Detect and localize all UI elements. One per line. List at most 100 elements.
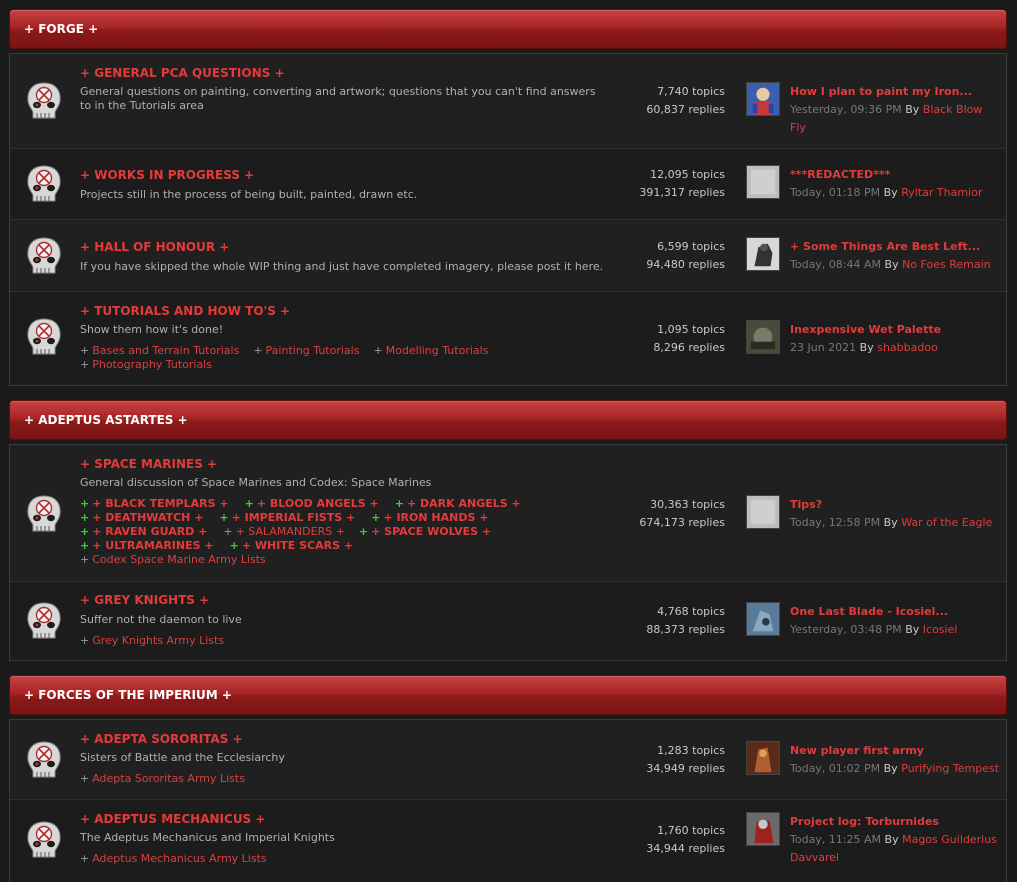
last-post-meta: Today, 01:02 PM By Purifying Tempest <box>790 762 1000 775</box>
user-avatar[interactable] <box>746 165 780 199</box>
forum-description: General discussion of Space Marines and … <box>80 476 432 489</box>
forum-description: Sisters of Battle and the Ecclesiarchy <box>80 751 285 764</box>
user-avatar[interactable] <box>746 495 780 529</box>
last-post-meta: Today, 11:25 AM By Magos Guilderius Davv… <box>790 833 997 864</box>
forum-title[interactable]: + HALL OF HONOUR + <box>80 240 229 254</box>
forum-title[interactable]: + ADEPTA SORORITAS + <box>80 732 243 746</box>
reply-count: 34,944 replies <box>646 842 725 855</box>
forum-stats: 30,363 topics 674,173 replies <box>639 496 725 532</box>
forum-row: + ADEPTA SORORITAS + Sisters of Battle a… <box>10 720 1006 800</box>
last-post-title[interactable]: One Last Blade - Icosiel... <box>790 605 948 618</box>
last-post-title[interactable]: How I plan to paint my Iron... <box>790 85 972 98</box>
skull-forum-icon <box>27 165 61 202</box>
user-avatar[interactable] <box>746 237 780 271</box>
subforum-link[interactable]: + + BLACK TEMPLARS + <box>80 497 229 511</box>
forum-description: Suffer not the daemon to live <box>80 613 242 626</box>
last-post-user[interactable]: Ryltar Thamior <box>901 186 982 199</box>
forum-stats: 4,768 topics 88,373 replies <box>646 603 725 639</box>
skull-forum-icon <box>27 741 61 778</box>
skull-forum-icon <box>27 495 61 532</box>
subforum-link[interactable]: + + IMPERIAL FISTS + <box>219 511 355 525</box>
forum-stats: 6,599 topics 94,480 replies <box>646 238 725 274</box>
category-body-adeptus-astartes: + SPACE MARINES + General discussion of … <box>9 444 1007 661</box>
forum-row: + SPACE MARINES + General discussion of … <box>10 445 1006 582</box>
topic-count: 30,363 topics <box>650 498 725 511</box>
forum-title[interactable]: + ADEPTUS MECHANICUS + <box>80 812 265 826</box>
forum-title[interactable]: + GREY KNIGHTS + <box>80 593 209 607</box>
topic-count: 4,768 topics <box>657 605 725 618</box>
last-post-title[interactable]: Inexpensive Wet Palette <box>790 323 941 336</box>
subforum-link[interactable]: + Codex Space Marine Army Lists <box>80 553 266 567</box>
category-header-adeptus-astartes[interactable]: + ADEPTUS ASTARTES + <box>9 400 1007 440</box>
topic-count: 7,740 topics <box>657 85 725 98</box>
subforum-link[interactable]: + + SPACE WOLVES + <box>359 525 491 539</box>
reply-count: 60,837 replies <box>646 103 725 116</box>
subforum-link[interactable]: + Adepta Sororitas Army Lists <box>80 772 245 786</box>
subforum-link[interactable]: + Photography Tutorials <box>80 358 212 372</box>
last-post-user[interactable]: Icosiel <box>923 623 958 636</box>
last-post-meta: Today, 08:44 AM By No Foes Remain <box>790 258 991 271</box>
forum-stats: 1,760 topics 34,944 replies <box>646 822 725 858</box>
reply-count: 34,949 replies <box>646 762 725 775</box>
forum-title[interactable]: + GENERAL PCA QUESTIONS + <box>80 66 285 80</box>
forum-row: + GREY KNIGHTS + Suffer not the daemon t… <box>10 582 1006 660</box>
subforum-link[interactable]: + Bases and Terrain Tutorials <box>80 344 239 358</box>
subforum-link[interactable]: + + ULTRAMARINES + <box>80 539 214 553</box>
forum-row: + GENERAL PCA QUESTIONS + General questi… <box>10 54 1006 149</box>
user-avatar[interactable] <box>746 741 780 775</box>
topic-count: 12,095 topics <box>650 168 725 181</box>
skull-forum-icon <box>27 237 61 274</box>
last-post-user[interactable]: Purifying Tempest <box>901 762 999 775</box>
subforum-link[interactable]: + Modelling Tutorials <box>373 344 488 358</box>
subforum-link[interactable]: + + WHITE SCARS + <box>230 539 354 553</box>
topic-count: 1,760 topics <box>657 824 725 837</box>
subforum-link[interactable]: + Painting Tutorials <box>253 344 359 358</box>
subforum-link[interactable]: + + DEATHWATCH + <box>80 511 203 525</box>
forum-stats: 1,095 topics 8,296 replies <box>653 321 725 357</box>
last-post-user[interactable]: shabbadoo <box>877 341 938 354</box>
skull-forum-icon <box>27 82 61 119</box>
last-post-user[interactable]: No Foes Remain <box>902 258 991 271</box>
last-post-user[interactable]: War of the Eagle <box>901 516 992 529</box>
subforum-link[interactable]: + + SALAMANDERS + <box>223 525 345 539</box>
skull-forum-icon <box>27 821 61 858</box>
forum-stats: 1,283 topics 34,949 replies <box>646 742 725 778</box>
forum-title[interactable]: + TUTORIALS AND HOW TO'S + <box>80 304 290 318</box>
subforum-list: + Adeptus Mechanicus Army Lists <box>80 852 560 866</box>
forum-description: Show them how it's done! <box>80 323 224 336</box>
last-post-meta: Yesterday, 09:36 PM By Black Blow Fly <box>790 103 983 134</box>
forum-stats: 7,740 topics 60,837 replies <box>646 83 725 119</box>
reply-count: 391,317 replies <box>639 186 725 199</box>
category-title: + FORCES OF THE IMPERIUM + <box>24 688 232 702</box>
user-avatar[interactable] <box>746 82 780 116</box>
last-post-title[interactable]: Tips? <box>790 498 822 511</box>
subforum-link[interactable]: + + IRON HANDS + <box>371 511 488 525</box>
category-header-forge[interactable]: + FORGE + <box>9 9 1007 49</box>
forum-title[interactable]: + SPACE MARINES + <box>80 457 217 471</box>
user-avatar[interactable] <box>746 320 780 354</box>
topic-count: 1,283 topics <box>657 744 725 757</box>
category-header-forces-of-the-imperium[interactable]: + FORCES OF THE IMPERIUM + <box>9 675 1007 715</box>
subforum-link[interactable]: + Grey Knights Army Lists <box>80 634 224 648</box>
last-post-title[interactable]: Project log: Torburnides <box>790 815 939 828</box>
last-post-title[interactable]: + Some Things Are Best Left... <box>790 240 980 253</box>
forum-title[interactable]: + WORKS IN PROGRESS + <box>80 168 254 182</box>
last-post-title[interactable]: ***REDACTED*** <box>790 168 890 181</box>
subforum-link[interactable]: + Adeptus Mechanicus Army Lists <box>80 852 267 866</box>
last-post-title[interactable]: New player first army <box>790 744 924 757</box>
reply-count: 94,480 replies <box>646 258 725 271</box>
skull-forum-icon <box>27 318 61 355</box>
user-avatar[interactable] <box>746 602 780 636</box>
category-body-forge: + GENERAL PCA QUESTIONS + General questi… <box>9 53 1007 386</box>
category-title: + FORGE + <box>24 22 99 36</box>
forum-description: General questions on painting, convertin… <box>80 85 596 112</box>
skull-forum-icon <box>27 602 61 639</box>
forum-description: If you have skipped the whole WIP thing … <box>80 260 604 273</box>
user-avatar[interactable] <box>746 812 780 846</box>
reply-count: 88,373 replies <box>646 623 725 636</box>
last-post-meta: Today, 12:58 PM By War of the Eagle <box>790 516 993 529</box>
reply-count: 8,296 replies <box>653 341 725 354</box>
subforum-link[interactable]: + + DARK ANGELS + <box>395 497 521 511</box>
subforum-link[interactable]: + + RAVEN GUARD + <box>80 525 207 539</box>
subforum-link[interactable]: + + BLOOD ANGELS + <box>245 497 379 511</box>
